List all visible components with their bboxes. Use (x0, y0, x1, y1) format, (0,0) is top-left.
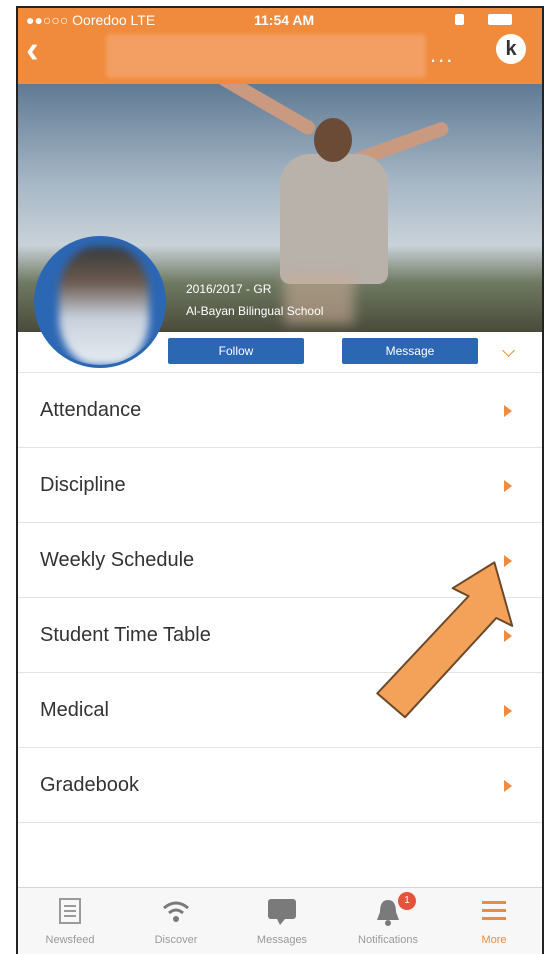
avatar[interactable] (34, 236, 166, 368)
message-button[interactable]: Message (342, 338, 478, 364)
cover-school-name: Al-Bayan Bilingual School (186, 304, 324, 318)
chevron-down-icon[interactable] (502, 344, 515, 357)
profile-menu-list: Attendance Discipline Weekly Schedule St… (18, 372, 542, 823)
menu-item-attendance[interactable]: Attendance (18, 373, 542, 448)
redacted-title (106, 34, 426, 78)
lock-icon (455, 14, 464, 25)
chevron-right-icon (504, 780, 512, 792)
battery-icon (488, 14, 512, 25)
chevron-right-icon (504, 405, 512, 417)
chat-bubble-icon (268, 899, 296, 925)
tab-label: More (481, 934, 507, 946)
menu-item-weekly-schedule[interactable]: Weekly Schedule (18, 523, 542, 598)
menu-item-label: Weekly Schedule (40, 549, 195, 571)
tab-messages[interactable]: Messages (232, 888, 332, 954)
cover-figure-arm (215, 84, 318, 138)
carrier-label: ●●○○○ Ooredoo LTE (26, 12, 156, 28)
wifi-icon (163, 901, 189, 922)
newsfeed-icon (59, 898, 81, 924)
tab-label: Messages (256, 934, 308, 946)
menu-item-gradebook[interactable]: Gradebook (18, 748, 542, 823)
status-bar: ●●○○○ Ooredoo LTE 11:54 AM (26, 12, 534, 30)
cover-figure-head (314, 118, 352, 162)
menu-item-label: Medical (40, 699, 109, 721)
tab-label: Newsfeed (45, 934, 95, 946)
app-logo-icon[interactable]: k (496, 34, 526, 64)
menu-item-label: Discipline (40, 474, 126, 496)
clock-label: 11:54 AM (254, 12, 315, 28)
more-options-button[interactable]: ... (430, 42, 454, 68)
menu-item-discipline[interactable]: Discipline (18, 448, 542, 523)
back-button[interactable]: ‹ (26, 30, 39, 70)
cover-year-grade: 2016/2017 - GR (186, 282, 272, 296)
phone-screen: ●●○○○ Ooredoo LTE 11:54 AM ‹ ... k 2016/… (16, 6, 544, 954)
menu-item-label: Gradebook (40, 774, 139, 796)
tab-newsfeed[interactable]: Newsfeed (20, 888, 120, 954)
tab-label: Notifications (358, 934, 418, 946)
menu-item-medical[interactable]: Medical (18, 673, 542, 748)
cover-figure-body (280, 154, 388, 284)
chevron-right-icon (504, 705, 512, 717)
chevron-right-icon (504, 480, 512, 492)
follow-button[interactable]: Follow (168, 338, 304, 364)
notification-count-badge: 1 (398, 892, 416, 910)
menu-item-label: Attendance (40, 399, 142, 421)
tab-more[interactable]: More (444, 888, 542, 954)
tab-discover[interactable]: Discover (126, 888, 226, 954)
tab-notifications[interactable]: 1 Notifications (338, 888, 438, 954)
menu-lines-icon (482, 901, 506, 920)
chevron-right-icon (504, 630, 512, 642)
avatar-photo-blurred (59, 247, 149, 365)
menu-item-student-time-table[interactable]: Student Time Table (18, 598, 542, 673)
bottom-tab-bar: Newsfeed Discover Messages 1 Notificatio… (18, 887, 542, 954)
menu-item-label: Student Time Table (40, 624, 211, 646)
tab-label: Discover (154, 934, 198, 946)
app-header: ●●○○○ Ooredoo LTE 11:54 AM ‹ ... k (18, 8, 542, 84)
chevron-right-icon (504, 555, 512, 567)
